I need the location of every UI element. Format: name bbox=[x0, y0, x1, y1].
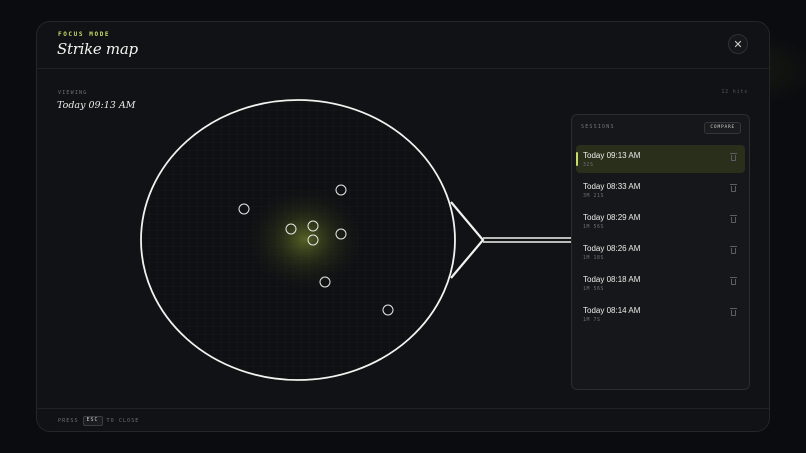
session-duration: 3M 21S bbox=[583, 194, 604, 199]
strike-map-modal: FOCUS MODE Strike map ✕ VIEWING Today 09… bbox=[36, 21, 770, 432]
session-time: Today 08:33 AM bbox=[583, 182, 641, 191]
close-hint: PRESS ESC TO CLOSE bbox=[58, 416, 139, 426]
session-item[interactable]: Today 09:13 AM 32S bbox=[576, 145, 745, 173]
compare-button[interactable]: COMPARE bbox=[704, 122, 741, 134]
session-item[interactable]: Today 08:18 AM 1M 56S bbox=[576, 269, 745, 297]
session-time: Today 08:14 AM bbox=[583, 306, 641, 315]
trash-icon[interactable] bbox=[730, 277, 737, 285]
trash-icon[interactable] bbox=[730, 153, 737, 161]
trash-icon[interactable] bbox=[730, 215, 737, 223]
trash-icon[interactable] bbox=[730, 246, 737, 254]
session-time: Today 09:13 AM bbox=[583, 151, 641, 160]
session-list: Today 09:13 AM 32S Today 08:33 AM 3M 21S… bbox=[576, 145, 745, 331]
modal-footer: PRESS ESC TO CLOSE bbox=[37, 408, 769, 431]
sessions-title: SESSIONS bbox=[581, 124, 615, 130]
session-item[interactable]: Today 08:29 AM 1M 56S bbox=[576, 207, 745, 235]
impact-heat-glow bbox=[243, 184, 367, 294]
hint-to-close: TO CLOSE bbox=[106, 418, 140, 424]
session-item[interactable]: Today 08:33 AM 3M 21S bbox=[576, 176, 745, 204]
session-duration: 32S bbox=[583, 163, 594, 168]
session-item[interactable]: Today 08:26 AM 1M 18S bbox=[576, 238, 745, 266]
session-duration: 1M 56S bbox=[583, 287, 604, 292]
session-duration: 1M 7S bbox=[583, 318, 601, 323]
session-duration: 1M 56S bbox=[583, 225, 604, 230]
esc-key: ESC bbox=[82, 416, 103, 426]
session-item[interactable]: Today 08:14 AM 1M 7S bbox=[576, 300, 745, 328]
hint-press: PRESS bbox=[58, 418, 79, 424]
trash-icon[interactable] bbox=[730, 184, 737, 192]
session-duration: 1M 18S bbox=[583, 256, 604, 261]
session-time: Today 08:29 AM bbox=[583, 213, 641, 222]
trash-icon[interactable] bbox=[730, 308, 737, 316]
sessions-panel: SESSIONS COMPARE Today 09:13 AM 32S Toda… bbox=[571, 114, 750, 390]
session-time: Today 08:18 AM bbox=[583, 275, 641, 284]
session-time: Today 08:26 AM bbox=[583, 244, 641, 253]
